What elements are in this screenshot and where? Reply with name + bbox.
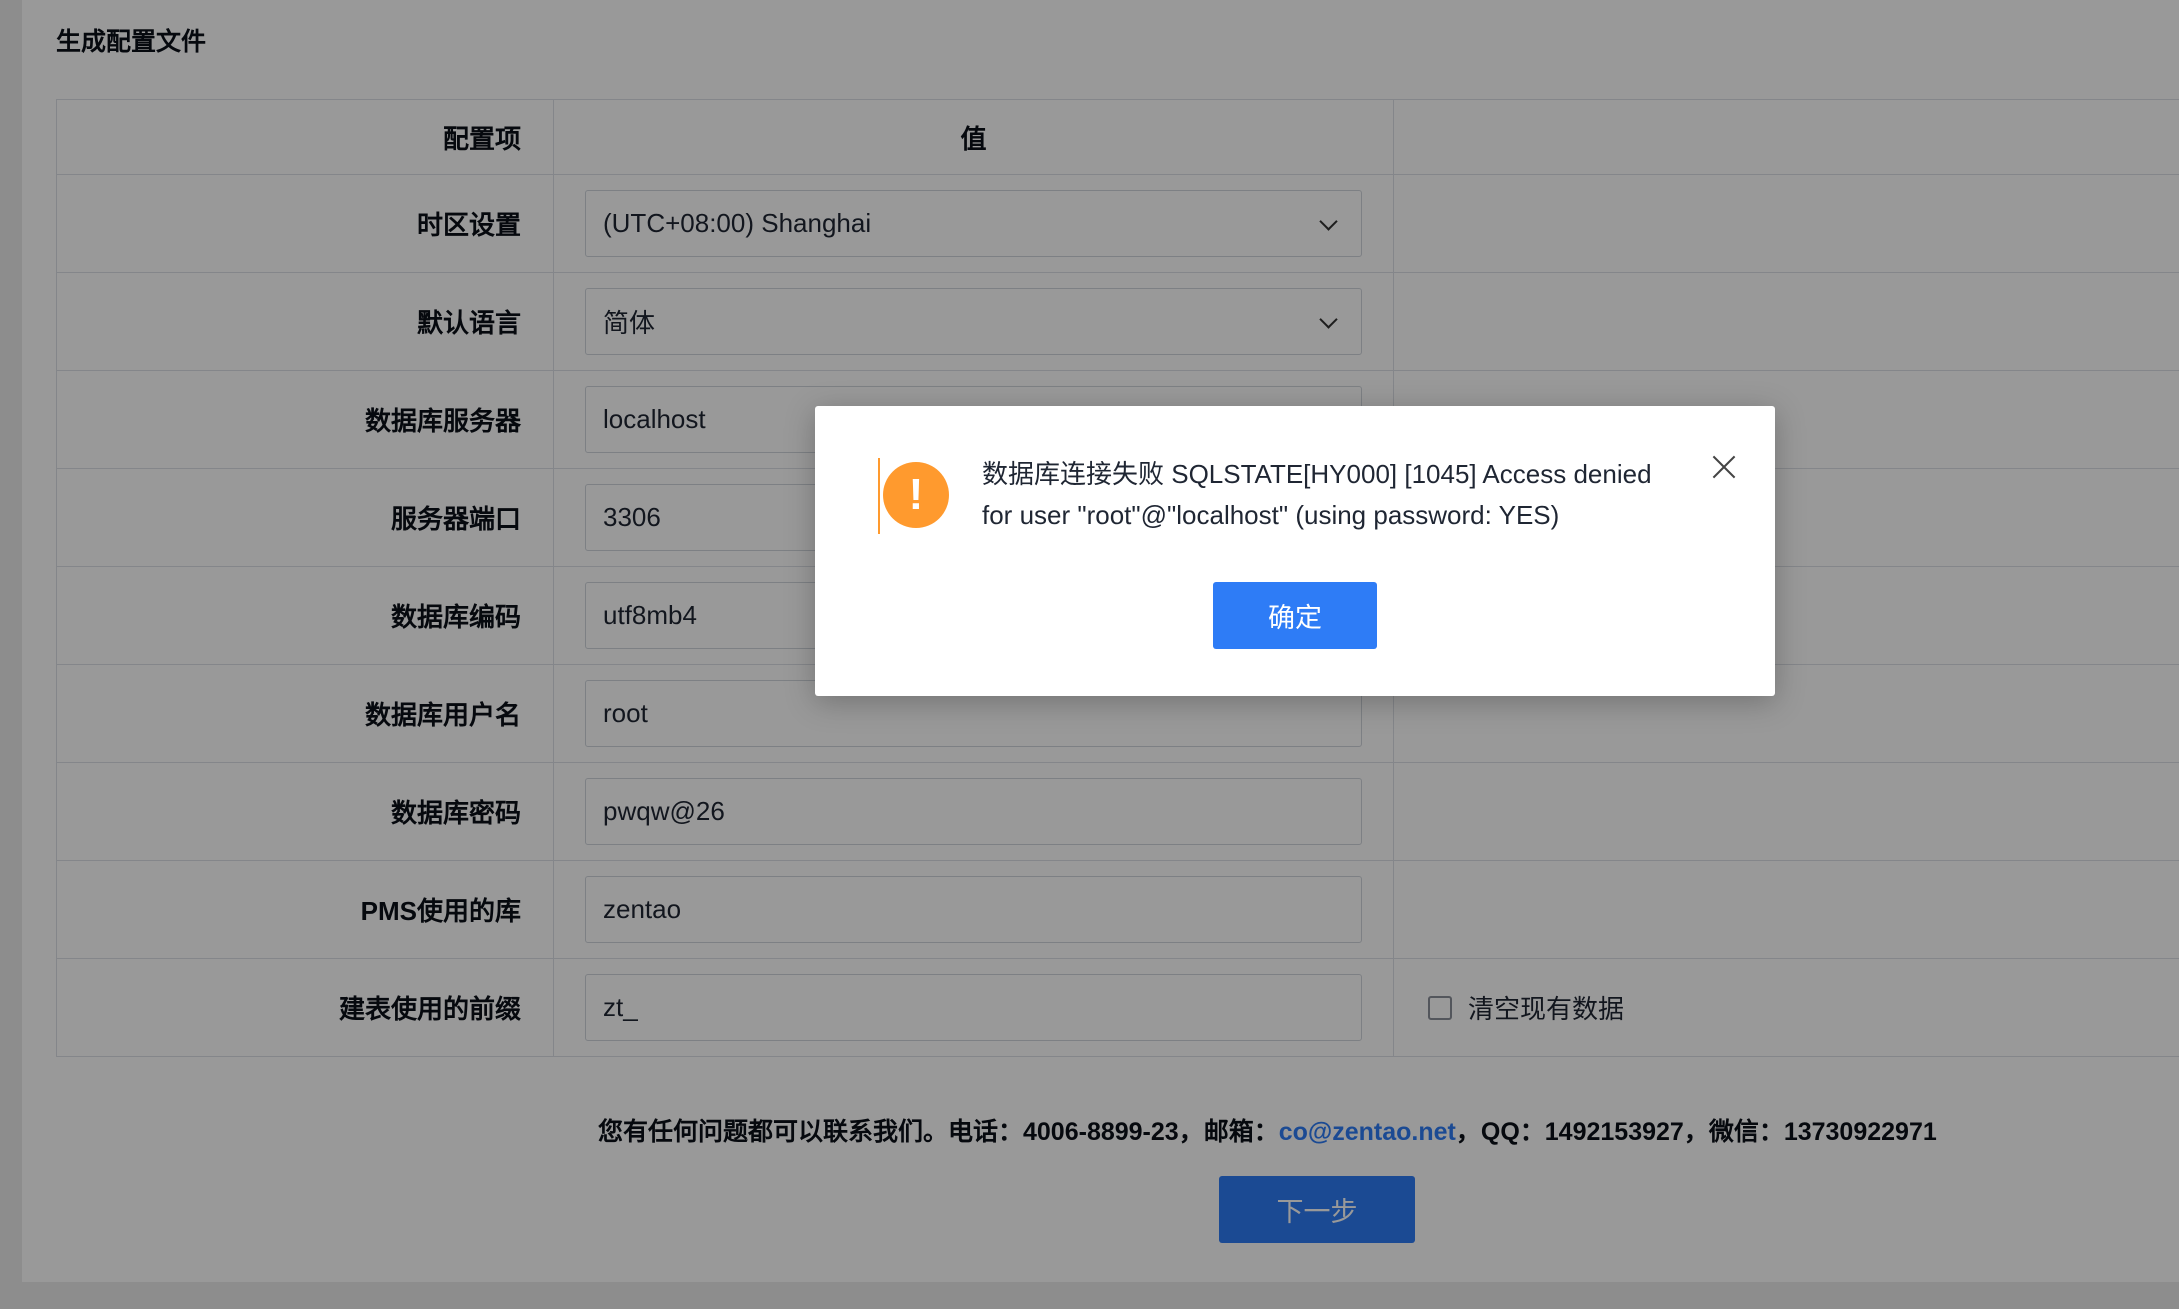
close-icon[interactable] xyxy=(1705,448,1743,486)
error-message: 数据库连接失败 SQLSTATE[HY000] [1045] Access de… xyxy=(982,459,1652,530)
warning-accent-bar xyxy=(878,458,880,534)
confirm-button[interactable]: 确定 xyxy=(1213,582,1377,649)
error-dialog: ! 数据库连接失败 SQLSTATE[HY000] [1045] Access … xyxy=(815,406,1775,696)
warning-icon: ! xyxy=(883,462,949,528)
